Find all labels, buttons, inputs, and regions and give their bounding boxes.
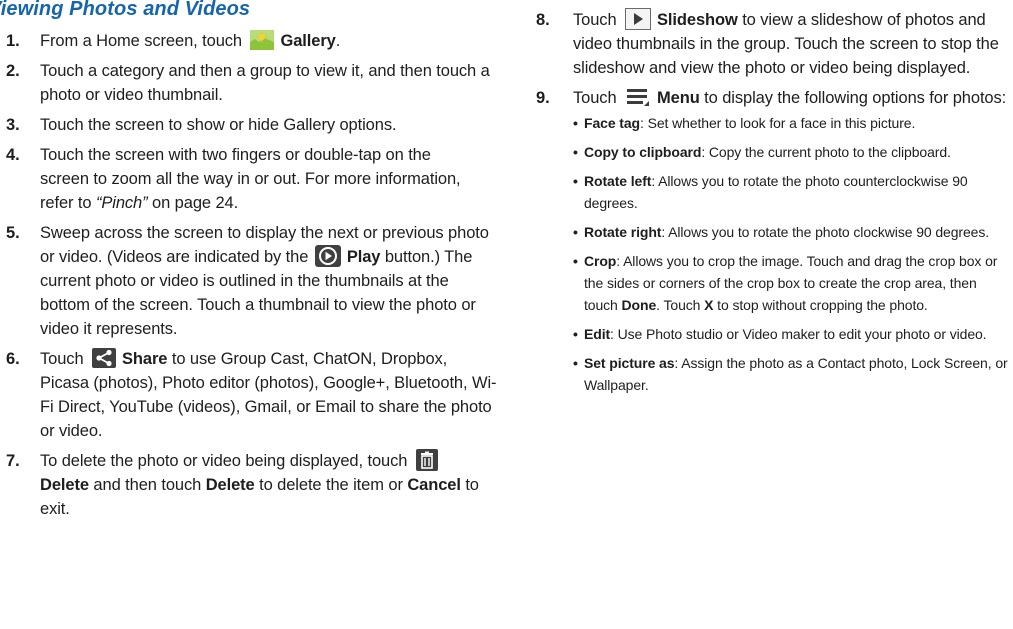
section-heading: Viewing Photos and Videos bbox=[0, 0, 251, 20]
step-number: 2. bbox=[6, 62, 20, 80]
play-icon bbox=[314, 245, 341, 267]
step-number: 8. bbox=[536, 11, 550, 29]
step-6: 6. Touch Share to use Group Cast, ChatON… bbox=[0, 347, 500, 443]
step-number: 5. bbox=[6, 224, 20, 242]
right-steps-list: 8. Touch Slideshow to view a slideshow o… bbox=[530, 8, 1010, 403]
step-2: 2. Touch a category and then a group to … bbox=[0, 59, 500, 107]
option-rotate-right: Rotate right: Allows you to rotate the p… bbox=[573, 221, 1010, 243]
step-7: 7. To delete the photo or video being di… bbox=[0, 449, 500, 521]
option-rotate-left: Rotate left: Allows you to rotate the ph… bbox=[573, 170, 1010, 214]
slideshow-icon bbox=[625, 8, 652, 30]
step-number: 9. bbox=[536, 89, 550, 107]
menu-options-list: Face tag: Set whether to look for a face… bbox=[573, 112, 1010, 396]
option-face-tag: Face tag: Set whether to look for a face… bbox=[573, 112, 1010, 134]
menu-icon bbox=[625, 86, 651, 108]
step-1: 1. From a Home screen, touch Gallery. bbox=[0, 29, 500, 53]
step-number: 1. bbox=[6, 32, 20, 50]
option-crop: Crop: Allows you to crop the image. Touc… bbox=[573, 250, 1010, 316]
option-copy-to-clipboard: Copy to clipboard: Copy the current phot… bbox=[573, 141, 1010, 163]
left-steps-list: 1. From a Home screen, touch Gallery. 2.… bbox=[0, 29, 500, 521]
step-9: 9. Touch Menu to display the following o… bbox=[530, 86, 1010, 396]
step-8: 8. Touch Slideshow to view a slideshow o… bbox=[530, 8, 1010, 80]
option-set-picture-as: Set picture as: Assign the photo as a Co… bbox=[573, 352, 1010, 396]
step-number: 7. bbox=[6, 452, 20, 470]
step-5: 5. Sweep across the screen to display th… bbox=[0, 221, 500, 341]
share-icon bbox=[92, 348, 117, 368]
step-4: 4. Touch the screen with two fingers or … bbox=[0, 143, 500, 215]
step-number: 6. bbox=[6, 350, 20, 368]
cross-reference-link[interactable]: “Pinch” bbox=[96, 194, 148, 212]
step-number: 3. bbox=[6, 116, 20, 134]
step-3: 3. Touch the screen to show or hide Gall… bbox=[0, 113, 500, 137]
option-edit: Edit: Use Photo studio or Video maker to… bbox=[573, 323, 1010, 345]
trash-icon bbox=[415, 449, 438, 471]
step-number: 4. bbox=[6, 146, 20, 164]
gallery-icon bbox=[250, 30, 275, 50]
